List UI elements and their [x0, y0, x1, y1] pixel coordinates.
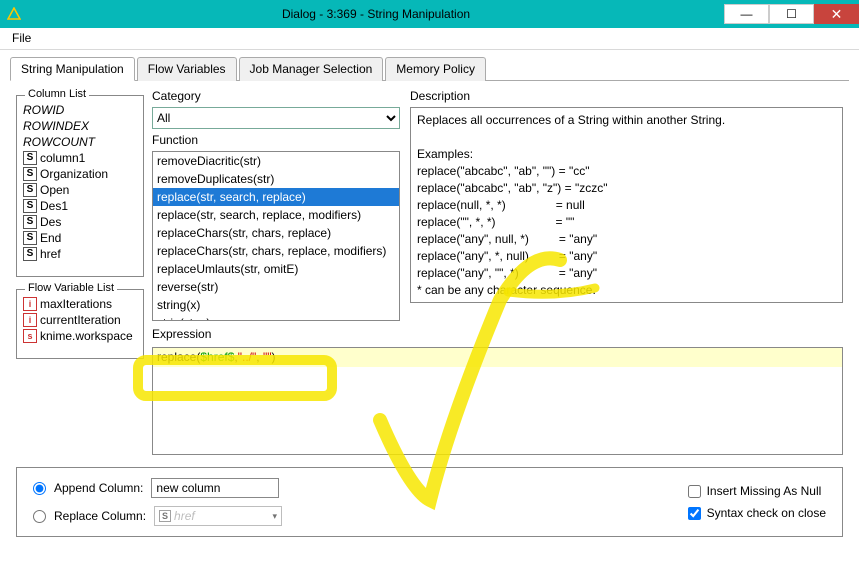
- string-type-icon: S: [23, 247, 37, 261]
- close-button[interactable]: ✕: [814, 4, 859, 24]
- list-item[interactable]: SDes1: [21, 198, 139, 214]
- function-label: Function: [152, 133, 400, 147]
- list-item[interactable]: removeDiacritic(str): [153, 152, 399, 170]
- append-column-input[interactable]: [151, 478, 279, 498]
- string-type-icon: S: [23, 215, 37, 229]
- string-type-icon: S: [23, 199, 37, 213]
- string-type-icon: S: [23, 231, 37, 245]
- list-item[interactable]: SEnd: [21, 230, 139, 246]
- app-icon: [0, 7, 28, 21]
- description-label: Description: [410, 89, 843, 103]
- menu-file[interactable]: File: [6, 29, 37, 47]
- maximize-button[interactable]: ☐: [769, 4, 814, 24]
- list-item[interactable]: string(x): [153, 296, 399, 314]
- list-item[interactable]: Scolumn1: [21, 150, 139, 166]
- column-list-panel: Column List ROWIDROWINDEXROWCOUNTScolumn…: [16, 95, 144, 277]
- string-type-icon: S: [23, 167, 37, 181]
- expression-editor[interactable]: replace($href$,"../", ""): [152, 347, 843, 455]
- replace-column-select[interactable]: S ▾: [154, 506, 282, 526]
- menu-bar: File: [0, 28, 859, 50]
- tab-bar: String Manipulation Flow Variables Job M…: [10, 56, 849, 81]
- replace-column-label: Replace Column:: [54, 509, 146, 523]
- description-line: replace("", *, *) = "": [417, 214, 836, 231]
- tab-memory-policy[interactable]: Memory Policy: [385, 57, 486, 81]
- flow-variable-label: Flow Variable List: [25, 282, 117, 294]
- flow-variable-list[interactable]: imaxIterationsicurrentIterationsknime.wo…: [21, 296, 139, 354]
- expression-label: Expression: [152, 327, 843, 341]
- description-line: replace("abcabc", "ab", "") = "cc": [417, 163, 836, 180]
- append-column-label: Append Column:: [54, 481, 143, 495]
- expression-line[interactable]: replace($href$,"../", ""): [153, 348, 842, 367]
- list-item[interactable]: ROWINDEX: [21, 118, 139, 134]
- description-line: replace("any", null, *) = "any": [417, 231, 836, 248]
- description-line: Replaces all occurrences of a String wit…: [417, 112, 836, 129]
- tab-job-manager[interactable]: Job Manager Selection: [239, 57, 384, 81]
- chevron-down-icon: ▾: [273, 511, 278, 522]
- list-item[interactable]: SOrganization: [21, 166, 139, 182]
- list-item[interactable]: strip(str...): [153, 314, 399, 321]
- description-line: replace("any", *, null) = "any": [417, 248, 836, 265]
- variable-type-icon: i: [23, 313, 37, 327]
- string-type-icon: S: [159, 510, 171, 522]
- description-box[interactable]: Replaces all occurrences of a String wit…: [410, 107, 843, 303]
- variable-type-icon: s: [23, 329, 37, 343]
- tab-flow-variables[interactable]: Flow Variables: [137, 57, 237, 81]
- insert-missing-label: Insert Missing As Null: [707, 484, 822, 498]
- description-line: [417, 129, 836, 146]
- variable-type-icon: i: [23, 297, 37, 311]
- list-item[interactable]: Shref: [21, 246, 139, 262]
- list-item[interactable]: replaceUmlauts(str, omitE): [153, 260, 399, 278]
- column-list[interactable]: ROWIDROWINDEXROWCOUNTScolumn1SOrganizati…: [21, 102, 139, 272]
- window-title: Dialog - 3:369 - String Manipulation: [28, 7, 724, 21]
- minimize-button[interactable]: —: [724, 4, 769, 24]
- title-bar: Dialog - 3:369 - String Manipulation — ☐…: [0, 0, 859, 28]
- insert-missing-checkbox[interactable]: [688, 485, 701, 498]
- function-list[interactable]: removeDiacritic(str)removeDuplicates(str…: [152, 151, 400, 321]
- list-item[interactable]: SOpen: [21, 182, 139, 198]
- list-item[interactable]: removeDuplicates(str): [153, 170, 399, 188]
- description-line: replace(null, *, *) = null: [417, 197, 836, 214]
- list-item[interactable]: replaceChars(str, chars, replace, modifi…: [153, 242, 399, 260]
- description-line: replace("any", "", *) = "any": [417, 265, 836, 282]
- syntax-check-label: Syntax check on close: [707, 506, 826, 520]
- list-item[interactable]: ROWCOUNT: [21, 134, 139, 150]
- list-item[interactable]: replace(str, search, replace): [153, 188, 399, 206]
- flow-variable-panel: Flow Variable List imaxIterationsicurren…: [16, 289, 144, 359]
- append-column-radio[interactable]: [33, 482, 46, 495]
- list-item[interactable]: replace(str, search, replace, modifiers): [153, 206, 399, 224]
- category-select[interactable]: All: [152, 107, 400, 129]
- tab-string-manipulation[interactable]: String Manipulation: [10, 57, 135, 81]
- list-item[interactable]: icurrentIteration: [21, 312, 139, 328]
- list-item[interactable]: reverse(str): [153, 278, 399, 296]
- column-list-label: Column List: [25, 88, 89, 100]
- string-type-icon: S: [23, 151, 37, 165]
- output-panel: Append Column: Replace Column: S ▾ Inser…: [16, 467, 843, 537]
- description-line: Examples:: [417, 146, 836, 163]
- list-item[interactable]: SDes: [21, 214, 139, 230]
- list-item[interactable]: replaceChars(str, chars, replace): [153, 224, 399, 242]
- category-label: Category: [152, 89, 400, 103]
- list-item[interactable]: imaxIterations: [21, 296, 139, 312]
- description-line: replace("abcabc", "ab", "z") = "zczc": [417, 180, 836, 197]
- description-line: * can be any character sequence.: [417, 282, 836, 299]
- replace-column-radio[interactable]: [33, 510, 46, 523]
- list-item[interactable]: ROWID: [21, 102, 139, 118]
- syntax-check-checkbox[interactable]: [688, 507, 701, 520]
- string-type-icon: S: [23, 183, 37, 197]
- list-item[interactable]: sknime.workspace: [21, 328, 139, 344]
